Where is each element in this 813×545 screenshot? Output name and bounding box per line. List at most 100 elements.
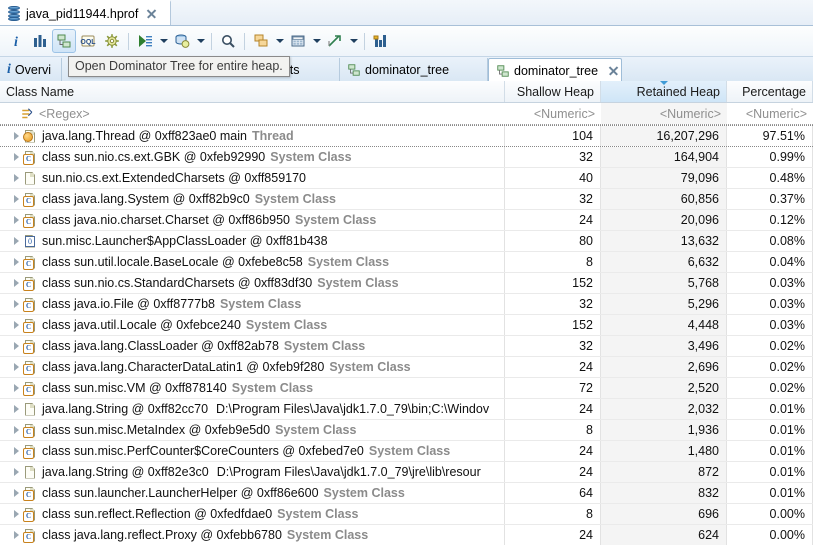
view-tab-dominator-tree[interactable]: dominator_tree [488,58,622,83]
expand-arrow-icon[interactable] [10,300,23,308]
chevron-down-icon[interactable] [310,30,323,52]
class-name-text: class sun.nio.cs.StandardCharsets @ 0xff… [42,276,313,290]
oql-button[interactable]: OQL [76,29,100,53]
expand-arrow-icon[interactable] [10,426,23,434]
column-header-name[interactable]: Class Name [0,81,505,102]
run-expert-system-test-button[interactable] [133,29,157,53]
class-name-text: class sun.launcher.LauncherHelper @ 0xff… [42,486,319,500]
table-row[interactable]: Cclass sun.reflect.Reflection @ 0xfedfda… [0,504,813,525]
cell-retained: 20,096 [601,210,727,230]
group-result-button[interactable] [249,29,273,53]
column-header-shallow[interactable]: Shallow Heap [505,81,601,102]
table-row[interactable]: Cclass java.util.Locale @ 0xfebce240 Syst… [0,315,813,336]
expand-arrow-icon[interactable] [10,510,23,518]
table-row[interactable]: Cclass java.lang.System @ 0xff82b9c0 Syst… [0,189,813,210]
table-row[interactable]: Cclass sun.launcher.LauncherHelper @ 0xf… [0,483,813,504]
expand-arrow-icon[interactable] [10,237,23,245]
chevron-down-icon[interactable] [273,30,286,52]
table-row[interactable]: java.lang.String @ 0xff82e3c0 D:\Program … [0,462,813,483]
overview-info-button[interactable]: i [4,29,28,53]
table-row[interactable]: Cclass java.nio.charset.Charset @ 0xff86… [0,210,813,231]
find-button[interactable] [216,29,240,53]
table-row[interactable]: 0 sun.misc.Launcher$AppClassLoader @ 0xff… [0,231,813,252]
expand-arrow-icon[interactable] [10,258,23,266]
expand-arrow-icon[interactable] [10,363,23,371]
query-browser-button[interactable] [170,29,194,53]
table-row[interactable]: java.lang.String @ 0xff82cc70 D:\Program … [0,399,813,420]
cell-class-name: Cclass sun.nio.cs.ext.GBK @ 0xfeb92990 Sy… [0,147,505,167]
expand-arrow-icon[interactable] [10,342,23,350]
cell-shallow: 8 [505,420,601,440]
dominator-tree-table: Class Name Shallow Heap Retained Heap Perce… [0,81,813,545]
expand-arrow-icon[interactable] [10,321,23,329]
column-header-retained[interactable]: Retained Heap [601,81,727,102]
column-header-percentage[interactable]: Percentage [727,81,813,102]
expand-arrow-icon[interactable] [10,279,23,287]
table-row[interactable]: Cclass sun.misc.VM @ 0xff878140 System Cl… [0,378,813,399]
close-icon[interactable] [146,8,157,19]
expand-arrow-icon[interactable] [10,531,23,539]
export-button[interactable] [323,29,347,53]
table-row[interactable]: Cclass sun.util.locale.BaseLocale @ 0xfe… [0,252,813,273]
chevron-down-icon[interactable] [157,30,170,52]
cell-percentage: 0.01% [727,399,813,419]
table-row[interactable]: Cclass sun.nio.cs.StandardCharsets @ 0xf… [0,273,813,294]
filter-text: <Numeric> [745,106,807,121]
filter-cell-retained[interactable]: <Numeric> [601,103,727,124]
expand-arrow-icon[interactable] [10,384,23,392]
expand-arrow-icon[interactable] [10,132,23,140]
cell-class-name: Cclass sun.misc.VM @ 0xff878140 System Cl… [0,378,505,398]
dominator-tree-button[interactable] [52,29,76,53]
toolbar-separator [128,32,129,50]
table-filter-row[interactable]: <Regex> <Numeric> <Numeric> <Numeric> [0,103,813,125]
expand-arrow-icon[interactable] [10,447,23,455]
close-icon[interactable] [608,65,619,76]
cell-class-name: java.lang.String @ 0xff82cc70 D:\Program … [0,399,505,419]
class-name-text: class java.util.Locale @ 0xfebce240 [42,318,241,332]
table-row[interactable]: Cclass sun.misc.MetaIndex @ 0xfeb9e5d0 Sy… [0,420,813,441]
dominator-tree-icon [56,33,72,49]
table-row[interactable]: sun.nio.cs.ext.ExtendedCharsets @ 0xff85… [0,168,813,189]
cell-class-name: Cclass java.nio.charset.Charset @ 0xff86… [0,210,505,230]
expand-arrow-icon[interactable] [10,405,23,413]
filter-cell-percentage[interactable]: <Numeric> [727,103,813,124]
expand-arrow-icon[interactable] [10,174,23,182]
view-tab-overvi[interactable]: i Overvi [0,58,62,82]
expand-arrow-icon[interactable] [10,195,23,203]
object-type-label: System Class [283,339,366,353]
search-icon [220,33,236,49]
cell-class-name: Cclass sun.misc.PerfCounter$CoreCounters… [0,441,505,461]
expand-arrow-icon[interactable] [10,153,23,161]
view-tab-dominator-tree[interactable]: dominator_tree [340,58,488,82]
table-row[interactable]: java.lang.Thread @ 0xff823ae0 main Thread… [0,125,813,147]
table-row[interactable]: Cclass java.io.File @ 0xff8777b8 System C… [0,294,813,315]
editor-tab-hprof[interactable]: java_pid11944.hprof [0,0,171,25]
table-row[interactable]: Cclass sun.nio.cs.ext.GBK @ 0xfeb92990 Sy… [0,147,813,168]
table-row[interactable]: Cclass sun.misc.PerfCounter$CoreCounters… [0,441,813,462]
svg-text:OQL: OQL [80,39,96,46]
compare-button[interactable] [369,29,393,53]
cell-retained: 13,632 [601,231,727,251]
table-row[interactable]: Cclass java.lang.ClassLoader @ 0xff82ab7… [0,336,813,357]
cell-percentage: 0.01% [727,462,813,482]
calculator-button[interactable] [286,29,310,53]
filter-cell-shallow[interactable]: <Numeric> [505,103,601,124]
cell-retained: 1,936 [601,420,727,440]
table-row[interactable]: Cclass java.lang.reflect.Proxy @ 0xfebb6… [0,525,813,545]
chevron-down-icon[interactable] [194,30,207,52]
cell-shallow: 24 [505,399,601,419]
expand-arrow-icon[interactable] [10,216,23,224]
histogram-button[interactable] [28,29,52,53]
cell-retained: 2,032 [601,399,727,419]
chevron-down-icon[interactable] [347,30,360,52]
expand-arrow-icon[interactable] [10,489,23,497]
sort-descending-icon [659,81,668,85]
filter-cell-name[interactable]: <Regex> [0,103,505,124]
expand-arrow-icon[interactable] [10,468,23,476]
thread-overview-button[interactable] [100,29,124,53]
class-name-text: sun.misc.Launcher$AppClassLoader @ 0xff8… [42,234,328,248]
cell-class-name: Cclass sun.misc.MetaIndex @ 0xfeb9e5d0 Sy… [0,420,505,440]
cell-percentage: 0.01% [727,420,813,440]
cell-shallow: 8 [505,504,601,524]
table-row[interactable]: Cclass java.lang.CharacterDataLatin1 @ 0… [0,357,813,378]
